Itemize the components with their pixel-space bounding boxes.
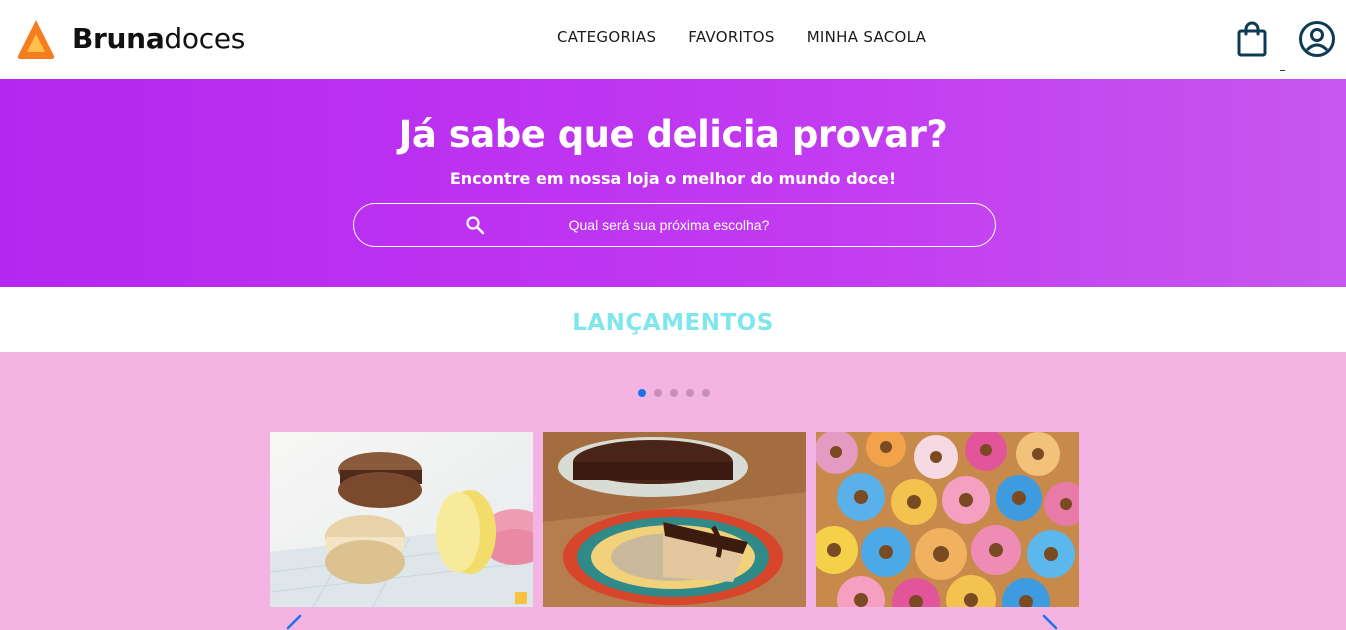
user-account-button[interactable] xyxy=(1298,20,1336,58)
carousel-indicators xyxy=(638,389,710,397)
search-icon[interactable] xyxy=(465,215,485,235)
site-header: Brunadoces CATEGORIAS FAVORITOS MINHA SA… xyxy=(0,0,1346,79)
carousel-dot-4[interactable] xyxy=(686,389,694,397)
user-account-icon xyxy=(1299,21,1335,57)
nav-item-categorias[interactable]: CATEGORIAS xyxy=(557,28,656,46)
chevron-left-icon[interactable] xyxy=(282,614,306,630)
chocolate-pie-photo xyxy=(543,432,806,607)
hero-banner: Já sabe que delicia provar? Encontre em … xyxy=(0,79,1346,287)
main-nav: CATEGORIAS FAVORITOS MINHA SACOLA xyxy=(557,28,926,46)
chevron-right-icon[interactable] xyxy=(1038,614,1062,630)
nav-item-favoritos[interactable]: FAVORITOS xyxy=(688,28,774,46)
search-input[interactable] xyxy=(504,204,834,246)
shopping-bag-button[interactable] xyxy=(1234,20,1270,58)
carousel-dot-5[interactable] xyxy=(702,389,710,397)
macarons-photo xyxy=(270,432,533,607)
product-card-macarons[interactable] xyxy=(270,432,533,607)
brand-name-bold: Bruna xyxy=(72,22,165,55)
carousel-dot-1[interactable] xyxy=(638,389,646,397)
brand-logo[interactable]: Brunadoces xyxy=(16,18,245,60)
product-card-chocolate-pie[interactable] xyxy=(543,432,806,607)
carousel-dot-2[interactable] xyxy=(654,389,662,397)
search-box[interactable] xyxy=(353,203,996,247)
decorative-dash xyxy=(1280,70,1285,71)
donuts-photo xyxy=(816,432,1079,607)
carousel-dot-3[interactable] xyxy=(670,389,678,397)
hero-title: Já sabe que delicia provar? xyxy=(398,113,948,156)
launches-carousel xyxy=(0,352,1346,630)
shopping-bag-icon xyxy=(1237,21,1267,57)
launches-title: LANÇAMENTOS xyxy=(572,310,774,336)
product-card-donuts[interactable] xyxy=(816,432,1079,607)
hero-subtitle: Encontre em nossa loja o melhor do mundo… xyxy=(449,169,897,188)
brand-name-light: doces xyxy=(164,22,246,55)
nav-item-minha-sacola[interactable]: MINHA SACOLA xyxy=(807,28,927,46)
triangle-logo-icon xyxy=(17,20,55,59)
brand-name: Brunadoces xyxy=(72,18,245,60)
